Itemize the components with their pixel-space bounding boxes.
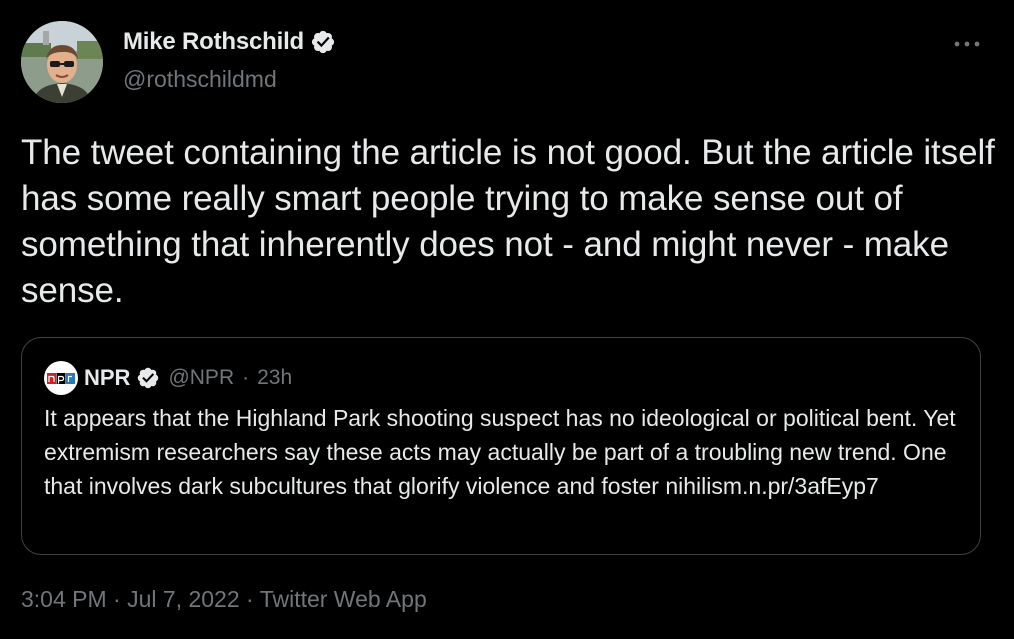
author-avatar[interactable] bbox=[21, 21, 103, 103]
tweet-card: Mike Rothschild @rothschildmd The tweet … bbox=[0, 0, 1014, 639]
tweet-time[interactable]: 3:04 PM bbox=[21, 586, 107, 612]
quoted-tweet-text: It appears that the Highland Park shooti… bbox=[44, 401, 969, 503]
author-name-row[interactable]: Mike Rothschild bbox=[123, 28, 336, 56]
author-handle[interactable]: @rothschildmd bbox=[123, 66, 277, 93]
verified-badge-icon bbox=[311, 30, 335, 54]
tweet-timestamp: 3:04 PM · Jul 7, 2022 · Twitter Web App bbox=[21, 586, 427, 613]
quoted-separator: · bbox=[242, 366, 250, 389]
quoted-time[interactable]: 23h bbox=[257, 366, 292, 390]
tweet-source[interactable]: Twitter Web App bbox=[260, 586, 427, 612]
quoted-tweet-header: NPR @NPR · 23h bbox=[44, 361, 292, 395]
quoted-display-name[interactable]: NPR bbox=[84, 365, 130, 391]
author-display-name[interactable]: Mike Rothschild bbox=[123, 28, 304, 56]
more-options-button[interactable] bbox=[950, 32, 984, 56]
tweet-text: The tweet containing the article is not … bbox=[21, 133, 995, 310]
more-options-icon bbox=[954, 41, 980, 47]
npr-logo-avatar[interactable] bbox=[44, 361, 78, 395]
timestamp-separator: · bbox=[246, 586, 254, 612]
npr-logo-icon bbox=[47, 372, 75, 384]
quoted-handle[interactable]: @NPR bbox=[168, 366, 234, 390]
quoted-verified-badge-icon bbox=[138, 367, 159, 389]
tweet-date[interactable]: Jul 7, 2022 bbox=[127, 586, 240, 612]
timestamp-separator: · bbox=[113, 586, 121, 612]
quoted-tweet[interactable]: NPR @NPR · 23h It appears that the Highl… bbox=[21, 337, 981, 555]
quoted-tweet-link[interactable]: n.pr/3afEyp7 bbox=[748, 473, 878, 499]
